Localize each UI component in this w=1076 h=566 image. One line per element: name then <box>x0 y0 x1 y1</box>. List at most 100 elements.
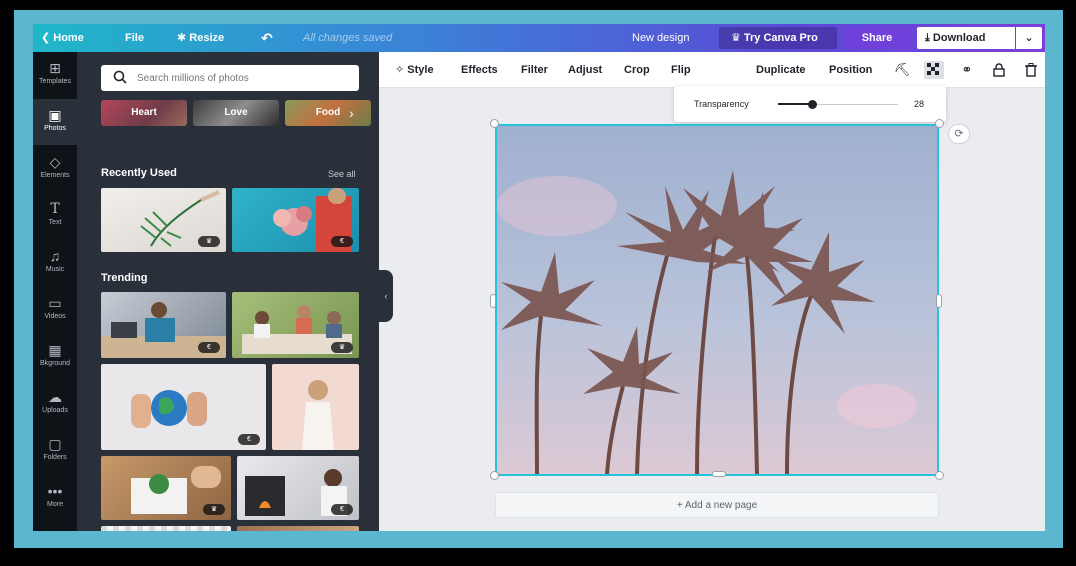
canva-editor: ❮ Home File ✱ Resize ↶ All changes saved… <box>33 24 1045 531</box>
rail-item-more[interactable]: ••• More <box>33 475 77 521</box>
resize-handle-top-left[interactable] <box>490 119 499 128</box>
adjust-button[interactable]: Adjust <box>568 52 602 88</box>
photo-thumb[interactable]: € <box>101 292 226 358</box>
videos-icon: ▭ <box>48 295 62 311</box>
paid-badge: € <box>198 342 220 353</box>
rail-label: Uploads <box>42 407 68 414</box>
rail-item-background[interactable]: ▦ Bkground <box>33 334 77 380</box>
rail-item-text[interactable]: T Text <box>33 193 77 239</box>
rail-item-music[interactable]: ♫ Music <box>33 240 77 286</box>
resize-handle-bottom[interactable] <box>712 471 726 477</box>
photo-thumb[interactable]: € <box>101 364 266 450</box>
design-canvas[interactable] <box>495 124 939 476</box>
chip-love[interactable]: Love <box>193 100 279 126</box>
file-menu[interactable]: File <box>125 24 144 52</box>
resize-handle-left[interactable] <box>490 294 496 308</box>
rotate-icon[interactable]: ⟳ <box>948 124 970 144</box>
rail-item-templates[interactable]: ⊞ Templates <box>33 52 77 98</box>
effects-button[interactable]: Effects <box>461 52 498 88</box>
photo-thumb[interactable]: € <box>237 456 359 520</box>
rail-label: Photos <box>44 125 66 132</box>
see-all-link[interactable]: See all <box>328 169 356 179</box>
filter-button[interactable]: Filter <box>521 52 548 88</box>
style-button[interactable]: ✧ Style <box>395 52 434 88</box>
uploads-icon: ☁ <box>48 389 62 405</box>
woman-back-image <box>302 380 334 450</box>
collapse-panel-button[interactable]: ‹ <box>379 270 393 322</box>
checkerboard-glyph <box>927 63 939 75</box>
duplicate-button[interactable]: Duplicate <box>756 52 806 88</box>
flip-button[interactable]: Flip <box>671 52 691 88</box>
folders-icon: ▢ <box>48 436 62 452</box>
editor-toolbar: ✧ Style Effects Filter Adjust Crop Flip … <box>379 52 1045 88</box>
transparency-value[interactable]: 28 <box>914 86 924 122</box>
design-title[interactable]: New design <box>632 24 689 52</box>
elements-icon: ◇ <box>49 154 61 170</box>
search-icon <box>113 70 127 84</box>
slider-handle[interactable] <box>807 100 817 109</box>
photo-thumb[interactable]: ♛ <box>232 292 359 358</box>
photo-search[interactable] <box>101 65 359 91</box>
resize-handle-top-right[interactable] <box>935 119 944 128</box>
trending-heading: Trending <box>101 272 148 284</box>
rail-item-elements[interactable]: ◇ Elements <box>33 146 77 192</box>
paint-roller-icon[interactable]: ⛏ <box>892 61 912 79</box>
templates-icon: ⊞ <box>49 60 61 76</box>
crown-badge: ♛ <box>331 342 353 353</box>
resize-handle-bottom-left[interactable] <box>490 471 499 480</box>
photo-thumb[interactable]: ♛ <box>101 456 231 520</box>
palm-trees-photo <box>497 126 937 474</box>
chip-food[interactable]: Food <box>285 100 371 126</box>
chevron-right-icon[interactable]: › <box>349 100 354 126</box>
rail-label: Elements <box>40 172 70 179</box>
transparency-slider[interactable] <box>778 100 898 109</box>
search-input[interactable] <box>137 69 347 87</box>
photo-thumb[interactable] <box>272 364 359 450</box>
resize-handle-bottom-right[interactable] <box>935 471 944 480</box>
download-button[interactable]: ⤓ Download <box>917 27 1015 49</box>
recently-used-heading: Recently Used <box>101 167 177 179</box>
home-button[interactable]: ❮ Home <box>41 24 84 52</box>
add-page-button[interactable]: + Add a new page <box>495 492 939 518</box>
photos-icon: ▣ <box>48 107 62 123</box>
paid-badge: € <box>238 434 260 445</box>
rail-label: Templates <box>39 78 71 85</box>
photo-thumb[interactable]: ♛ <box>101 188 226 252</box>
paid-badge: € <box>331 504 353 515</box>
undo-icon[interactable]: ↶ <box>261 24 273 52</box>
lock-glyph <box>993 63 1005 77</box>
transparency-icon[interactable] <box>924 61 944 79</box>
crop-button[interactable]: Crop <box>624 52 650 88</box>
trash-icon[interactable] <box>1021 61 1041 79</box>
resize-handle-right[interactable] <box>936 294 942 308</box>
share-button[interactable]: Share <box>845 27 909 49</box>
position-button[interactable]: Position <box>829 52 872 88</box>
chip-heart[interactable]: Heart <box>101 100 187 126</box>
rail-label: Text <box>48 219 62 226</box>
music-icon: ♫ <box>49 248 61 264</box>
rail-item-videos[interactable]: ▭ Videos <box>33 287 77 333</box>
rail-item-photos[interactable]: ▣ Photos <box>33 99 77 145</box>
lock-icon[interactable] <box>989 61 1009 79</box>
transparency-label: Transparency <box>694 99 749 109</box>
crown-badge: ♛ <box>203 504 225 515</box>
rail-item-folders[interactable]: ▢ Folders <box>33 428 77 474</box>
try-pro-button[interactable]: ♛ Try Canva Pro <box>719 27 837 49</box>
rail-label: Music <box>45 266 65 273</box>
save-status: All changes saved <box>303 32 393 44</box>
download-dropdown-icon[interactable]: ⌄ <box>1016 27 1042 49</box>
link-icon[interactable]: ⚭ <box>957 61 977 79</box>
background-icon: ▦ <box>48 342 62 358</box>
rail-label: More <box>47 501 63 508</box>
photo-thumb[interactable]: € <box>232 188 359 252</box>
transparency-popover: Transparency 28 <box>674 86 946 122</box>
resize-button[interactable]: ✱ Resize <box>177 24 224 52</box>
trash-glyph <box>1025 63 1037 77</box>
paid-badge: € <box>331 236 353 247</box>
photo-thumb[interactable] <box>237 526 359 531</box>
rail-item-uploads[interactable]: ☁ Uploads <box>33 381 77 427</box>
crown-badge: ♛ <box>198 236 220 247</box>
top-bar: ❮ Home File ✱ Resize ↶ All changes saved… <box>33 24 1045 52</box>
rail-label: Bkground <box>40 360 70 367</box>
photo-thumb[interactable] <box>101 526 231 531</box>
